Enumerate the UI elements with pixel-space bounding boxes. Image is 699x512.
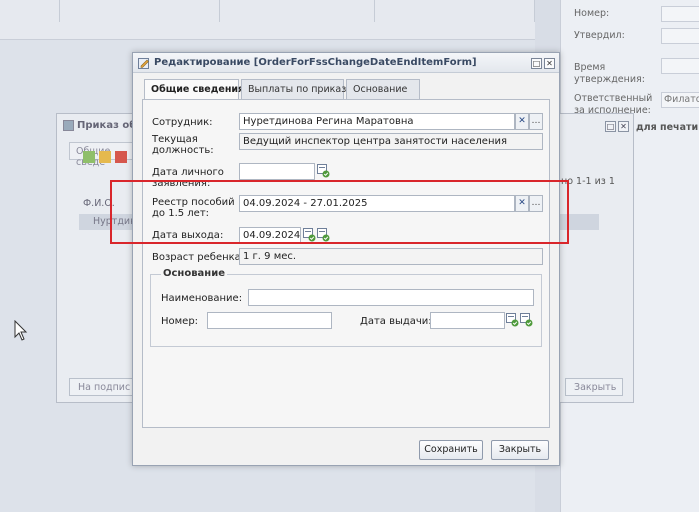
basis-legend: Основание: [161, 268, 227, 279]
employee-select-button[interactable]: …: [529, 113, 543, 130]
employee-label: Сотрудник:: [152, 117, 213, 128]
edit-icon[interactable]: [99, 151, 111, 163]
bg-grid-column: [60, 0, 220, 22]
edit-dialog: Редактирование [OrderForFssChangeDateEnd…: [132, 52, 560, 466]
basis-issue-date-label: Дата выдачи:: [360, 316, 432, 327]
basis-issue-date-pick-icon[interactable]: [520, 313, 533, 327]
basis-number-field[interactable]: [207, 312, 332, 329]
basis-name-label: Наименование:: [161, 293, 243, 304]
delete-icon[interactable]: [115, 151, 127, 163]
order-dialog-icon: [63, 120, 74, 131]
rp-approval-time-field[interactable]: [661, 58, 699, 74]
rp-approved-by-field[interactable]: [661, 28, 699, 44]
rp-number-field[interactable]: [661, 6, 699, 22]
save-button[interactable]: Сохранить: [419, 440, 483, 460]
child-age-label: Возраст ребенка:: [152, 252, 245, 263]
bg-grid-column: [0, 0, 60, 22]
tab-basis[interactable]: Основание: [346, 79, 420, 99]
highlight-frame: [110, 180, 569, 244]
rp-approved-by-label: Утвердил:: [574, 30, 625, 41]
dialog-title: Редактирование [OrderForFssChangeDateEnd…: [154, 57, 477, 68]
rp-print-label: для печати: [636, 122, 699, 133]
bg-close-icon[interactable]: ✕: [618, 121, 629, 132]
child-age-field: 1 г. 9 мес.: [239, 248, 543, 265]
position-field: Ведущий инспектор центра занятости насел…: [239, 133, 543, 150]
basis-fieldset: Основание Наименование: Номер: Дата выда…: [150, 268, 542, 347]
order-close-button[interactable]: Закрыть: [565, 378, 623, 396]
edit-form-icon: [138, 58, 149, 69]
maximize-icon[interactable]: □: [531, 58, 542, 69]
tab-body-general: Сотрудник: Нуретдинова Регина Маратовна …: [142, 99, 550, 428]
order-pager: но 1-1 из 1: [561, 176, 615, 187]
tab-order-payments[interactable]: Выплаты по приказу: [241, 79, 352, 99]
close-button[interactable]: Закрыть: [491, 440, 549, 460]
rp-responsible-field[interactable]: Филатов: [661, 92, 699, 108]
position-label: Текущая должность:: [152, 134, 214, 156]
add-icon[interactable]: [83, 151, 95, 163]
dialog-header: Редактирование [OrderForFssChangeDateEnd…: [133, 53, 559, 73]
application-date-calendar-icon[interactable]: [317, 164, 330, 178]
basis-issue-date-field[interactable]: [430, 312, 505, 329]
background-top-grid: [0, 0, 535, 40]
close-icon[interactable]: ✕: [544, 58, 555, 69]
employee-clear-icon[interactable]: ✕: [515, 113, 529, 130]
rp-number-label: Номер:: [574, 8, 610, 19]
bg-grid-column: [375, 0, 535, 22]
bg-grid-column: [220, 0, 375, 22]
basis-number-label: Номер:: [161, 316, 199, 327]
bg-maximize-icon[interactable]: □: [605, 121, 616, 132]
employee-field[interactable]: Нуретдинова Регина Маратовна: [239, 113, 515, 130]
rp-approval-time-label: Время утверждения:: [574, 62, 645, 85]
basis-issue-date-calendar-icon[interactable]: [506, 313, 519, 327]
basis-name-field[interactable]: [248, 289, 534, 306]
application-date-field[interactable]: [239, 163, 315, 180]
mouse-cursor-icon: [14, 320, 28, 341]
tab-general-info[interactable]: Общие сведения: [144, 79, 244, 100]
